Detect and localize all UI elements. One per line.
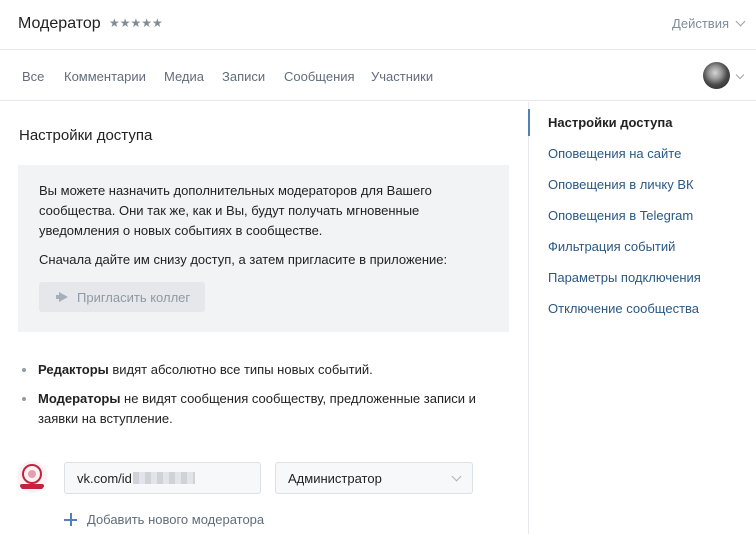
info-instruction: Сначала дайте им снизу доступ, а затем п… bbox=[39, 252, 448, 267]
role-name: Редакторы bbox=[38, 362, 109, 377]
tab-members[interactable]: Участники bbox=[371, 69, 433, 84]
role-select-value: Администратор bbox=[288, 470, 382, 486]
role-name: Модераторы bbox=[38, 391, 121, 406]
invite-colleagues-button[interactable]: Пригласить коллег bbox=[39, 282, 205, 312]
tab-messages[interactable]: Сообщения bbox=[284, 69, 355, 84]
role-descriptions: Редакторы видят абсолютно все типы новых… bbox=[19, 360, 519, 429]
list-item: Модераторы не видят сообщения сообществу… bbox=[19, 389, 519, 429]
chevron-down-icon bbox=[451, 471, 462, 481]
plus-icon bbox=[64, 513, 77, 526]
sidebar-item-telegram-notifications[interactable]: Оповещения в Telegram bbox=[529, 201, 756, 232]
invite-button-label: Пригласить коллег bbox=[77, 289, 191, 305]
role-description: видят абсолютно все типы новых событий. bbox=[108, 362, 373, 377]
sidebar-item-site-notifications[interactable]: Оповещения на сайте bbox=[529, 139, 756, 170]
app-title: Модератор bbox=[18, 15, 101, 32]
moderator-id-input[interactable]: vk.com/id bbox=[64, 462, 261, 494]
role-select[interactable]: Администратор bbox=[275, 462, 473, 494]
app-header: Модератор ★★★★★ Действия bbox=[0, 0, 756, 50]
filter-tabs: Все Комментарии Медиа Записи Сообщения У… bbox=[0, 51, 756, 101]
rating-stars: ★★★★★ bbox=[109, 16, 163, 30]
tab-all[interactable]: Все bbox=[22, 69, 44, 84]
tab-media[interactable]: Медиа bbox=[164, 69, 204, 84]
add-moderator-button[interactable]: Добавить нового модератора bbox=[64, 512, 264, 527]
sidebar-item-connection-params[interactable]: Параметры подключения bbox=[529, 263, 756, 294]
sidebar-item-vk-notifications[interactable]: Оповещения в личку ВК bbox=[529, 170, 756, 201]
redacted-id bbox=[132, 472, 195, 484]
sidebar-item-access-settings[interactable]: Настройки доступа bbox=[528, 108, 756, 139]
info-text: Вы можете назначить дополнительных модер… bbox=[39, 183, 432, 238]
megaphone-icon bbox=[56, 292, 69, 302]
moderator-id-value: vk.com/id bbox=[77, 470, 132, 486]
actions-menu-button[interactable]: Действия bbox=[672, 16, 746, 31]
sidebar-item-event-filtering[interactable]: Фильтрация событий bbox=[529, 232, 756, 263]
sidebar-item-disconnect-community[interactable]: Отключение сообщества bbox=[529, 294, 756, 325]
add-moderator-label: Добавить нового модератора bbox=[87, 512, 265, 527]
user-avatar[interactable] bbox=[703, 62, 730, 89]
tab-comments[interactable]: Комментарии bbox=[64, 69, 146, 84]
actions-label: Действия bbox=[672, 16, 729, 31]
settings-sidebar: Настройки доступа Оповещения на сайте Оп… bbox=[528, 108, 756, 325]
chevron-down-icon bbox=[735, 16, 746, 27]
moderator-avatar bbox=[17, 461, 47, 493]
info-box: Вы можете назначить дополнительных модер… bbox=[18, 165, 509, 332]
tab-posts[interactable]: Записи bbox=[222, 69, 265, 84]
list-item: Редакторы видят абсолютно все типы новых… bbox=[19, 360, 519, 380]
page-title: Настройки доступа bbox=[19, 127, 153, 144]
